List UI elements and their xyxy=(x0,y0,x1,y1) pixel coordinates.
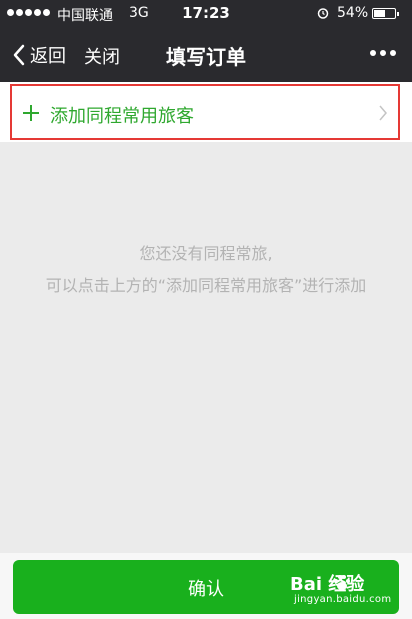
watermark-brand: Bai 经验 xyxy=(290,574,365,595)
page-title: 填写订单 xyxy=(166,45,246,69)
alarm-icon xyxy=(317,8,329,19)
baidu-jingyan-watermark: Bai 经验 jingyan.baidu.com xyxy=(290,570,400,610)
add-passenger-row: 添加同程常用旅客 xyxy=(0,82,412,142)
battery-icon xyxy=(372,8,399,19)
empty-state-line1: 您还没有同程常旅, xyxy=(139,244,273,263)
header: 中国联通 3G 17:23 54% 返回 关闭 填写订单 xyxy=(0,0,412,82)
navigation-bar: 返回 关闭 填写订单 xyxy=(0,28,412,82)
chevron-right-icon xyxy=(379,105,387,121)
order-page: 中国联通 3G 17:23 54% 返回 关闭 填写订单 添加同程常用旅客 您还… xyxy=(0,0,412,619)
watermark-url: jingyan.baidu.com xyxy=(294,594,392,605)
add-passenger-button[interactable]: 添加同程常用旅客 xyxy=(10,84,400,140)
empty-state-line2: 可以点击上方的“添加同程常用旅客”进行添加 xyxy=(45,276,367,295)
add-passenger-label: 添加同程常用旅客 xyxy=(50,106,194,127)
battery-fill xyxy=(374,10,385,17)
status-bar: 中国联通 3G 17:23 54% xyxy=(0,0,412,28)
paw-icon xyxy=(334,575,350,590)
more-options-icon[interactable] xyxy=(370,50,396,56)
empty-state-message: 您还没有同程常旅, 可以点击上方的“添加同程常用旅客”进行添加 xyxy=(0,238,412,302)
plus-icon xyxy=(23,105,39,121)
battery-percent: 54% xyxy=(337,5,369,21)
